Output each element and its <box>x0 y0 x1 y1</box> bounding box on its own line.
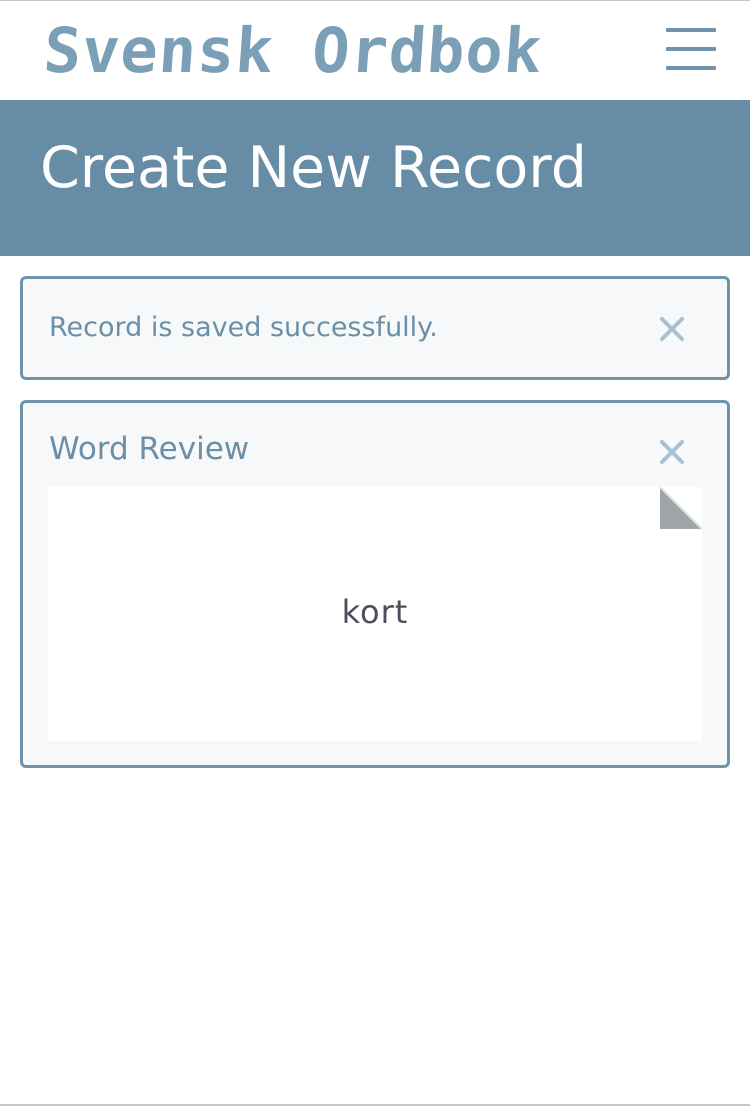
hamburger-menu-button[interactable] <box>664 26 718 72</box>
close-icon <box>660 440 684 464</box>
alert-close-button[interactable] <box>656 313 688 345</box>
flashcard-word: kort <box>341 593 409 631</box>
word-flashcard[interactable]: kort <box>48 487 702 741</box>
word-review-close-button[interactable] <box>656 436 688 468</box>
site-logo[interactable]: Svensk Ordbok <box>41 14 544 87</box>
word-review-title: Word Review <box>49 431 250 467</box>
page-title: Create New Record <box>40 135 587 201</box>
page-curl-icon <box>660 487 702 529</box>
close-icon <box>660 317 684 341</box>
hamburger-menu-icon <box>666 28 716 70</box>
success-alert: Record is saved successfully. <box>20 276 730 380</box>
word-review-panel: Word Review kort <box>20 400 730 768</box>
card-flip-corner[interactable] <box>660 487 702 529</box>
alert-message: Record is saved successfully. <box>49 312 438 343</box>
